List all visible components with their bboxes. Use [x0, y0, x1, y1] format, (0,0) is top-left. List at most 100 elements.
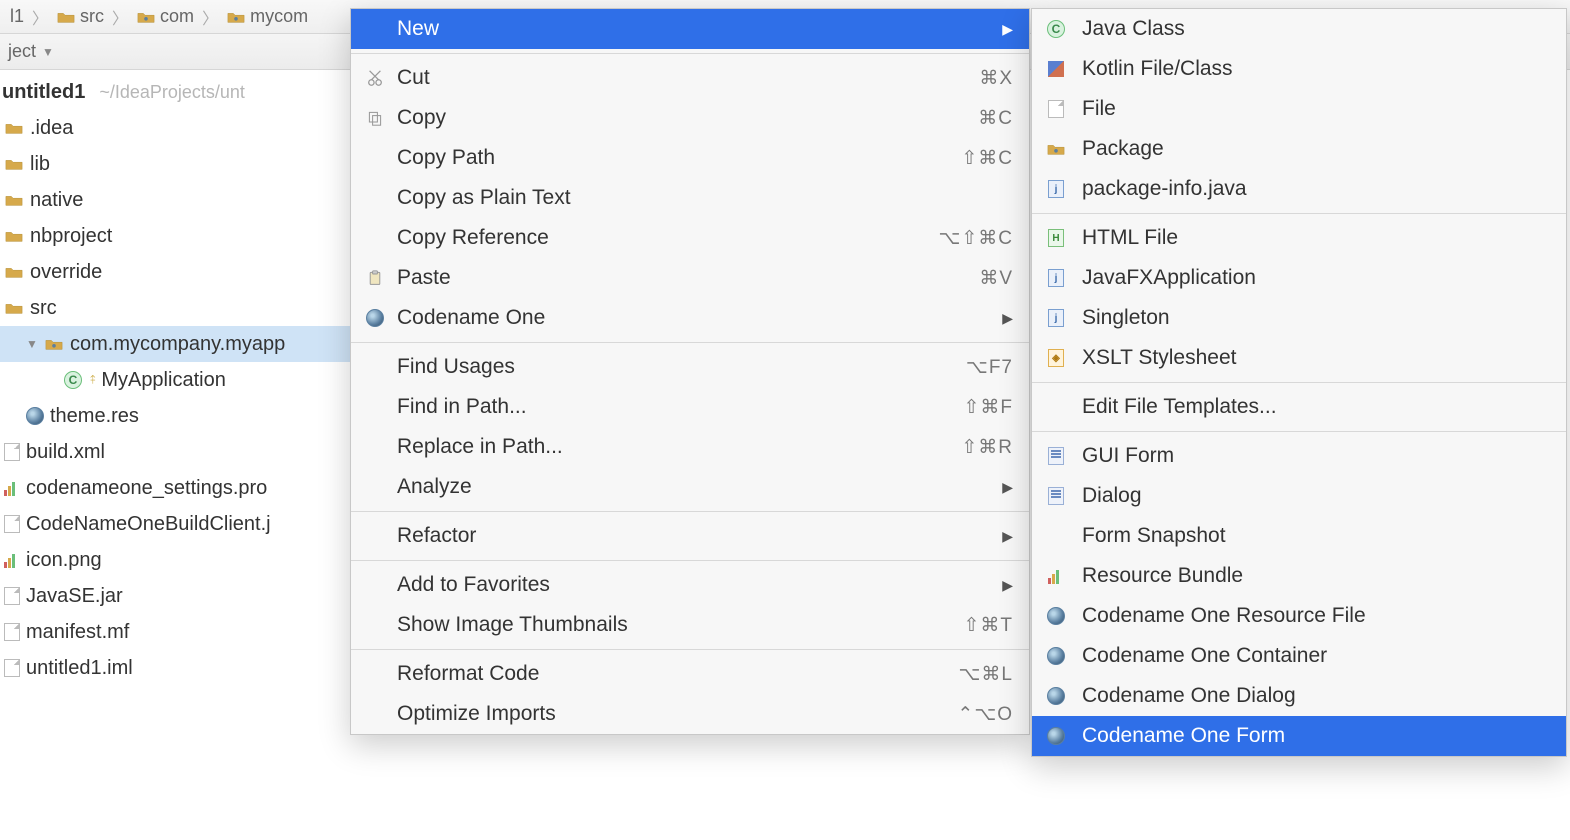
- tree-item-settings[interactable]: codenameone_settings.pro: [0, 470, 350, 506]
- crumb-label: mycom: [250, 6, 308, 27]
- tree-item-src[interactable]: src: [0, 290, 350, 326]
- menu-item-copy-reference[interactable]: Copy Reference ⌥⇧⌘C: [351, 218, 1029, 258]
- menu-separator: [351, 53, 1029, 54]
- project-root[interactable]: untitled1 ~/IdeaProjects/unt: [0, 74, 350, 110]
- tree-item-client[interactable]: CodeNameOneBuildClient.j: [0, 506, 350, 542]
- menu-label: Copy Reference: [397, 226, 898, 250]
- submenu-item-dialog[interactable]: Dialog: [1032, 476, 1566, 516]
- menu-item-reformat[interactable]: Reformat Code ⌥⌘L: [351, 654, 1029, 694]
- tree-item-lib[interactable]: lib: [0, 146, 350, 182]
- menu-label: Copy: [397, 106, 938, 130]
- submenu-arrow-icon: ▶: [1002, 528, 1013, 545]
- submenu-arrow-icon: ▶: [1002, 479, 1013, 496]
- menu-item-add-favorites[interactable]: Add to Favorites ▶: [351, 565, 1029, 605]
- submenu-item-package[interactable]: Package: [1032, 129, 1566, 169]
- menu-item-optimize-imports[interactable]: Optimize Imports ⌃⌥O: [351, 694, 1029, 734]
- menu-item-codenameone[interactable]: Codename One ▶: [351, 298, 1029, 338]
- tree-label: icon.png: [26, 549, 102, 572]
- menu-item-analyze[interactable]: Analyze ▶: [351, 467, 1029, 507]
- tree-item-javase[interactable]: JavaSE.jar: [0, 578, 350, 614]
- tree-label: native: [30, 189, 83, 212]
- form-icon: [1044, 487, 1068, 505]
- folder-icon: [4, 226, 24, 246]
- menu-label: Codename One Dialog: [1082, 684, 1550, 708]
- paste-icon: [363, 269, 387, 287]
- submenu-item-javafx[interactable]: j JavaFXApplication: [1032, 258, 1566, 298]
- xslt-file-icon: ◈: [1044, 349, 1068, 367]
- crumb-com[interactable]: com: [130, 6, 200, 27]
- menu-item-paste[interactable]: Paste ⌘V: [351, 258, 1029, 298]
- tree-item-package[interactable]: ▼ com.mycompany.myapp: [0, 326, 350, 362]
- package-icon: [44, 334, 64, 354]
- tree-item-manifest[interactable]: manifest.mf: [0, 614, 350, 650]
- tree-item-iml[interactable]: untitled1.iml: [0, 650, 350, 686]
- chevron-right-icon: 〉: [112, 5, 128, 29]
- tree-item-icon[interactable]: icon.png: [0, 542, 350, 578]
- menu-label: Find Usages: [397, 355, 926, 379]
- submenu-item-edit-templates[interactable]: Edit File Templates...: [1032, 387, 1566, 427]
- menu-label: Show Image Thumbnails: [397, 613, 923, 637]
- view-selector[interactable]: ject: [8, 41, 36, 62]
- crumb-label: com: [160, 6, 194, 27]
- submenu-item-gui-form[interactable]: GUI Form: [1032, 436, 1566, 476]
- expand-arrow-icon[interactable]: ▼: [26, 337, 38, 351]
- menu-label: Form Snapshot: [1082, 524, 1550, 548]
- menu-shortcut: ⌥⌘L: [959, 663, 1013, 686]
- dropdown-icon[interactable]: ▼: [42, 45, 54, 59]
- menu-item-new[interactable]: New ▶: [351, 9, 1029, 49]
- tree-item-build[interactable]: build.xml: [0, 434, 350, 470]
- submenu-item-package-info[interactable]: j package-info.java: [1032, 169, 1566, 209]
- tree-item-theme[interactable]: theme.res: [0, 398, 350, 434]
- kotlin-icon: [1044, 61, 1068, 77]
- submenu-item-xslt[interactable]: ◈ XSLT Stylesheet: [1032, 338, 1566, 378]
- menu-label: New: [397, 17, 972, 41]
- crumb-root[interactable]: l1: [4, 6, 30, 27]
- tree-label: nbproject: [30, 225, 112, 248]
- menu-separator: [351, 342, 1029, 343]
- menu-label: Java Class: [1082, 17, 1550, 41]
- submenu-item-cn1-form[interactable]: Codename One Form: [1032, 716, 1566, 756]
- tree-label: untitled1.iml: [26, 657, 133, 680]
- submenu-item-file[interactable]: File: [1032, 89, 1566, 129]
- menu-label: Analyze: [397, 475, 972, 499]
- menu-label: GUI Form: [1082, 444, 1550, 468]
- tree-item-native[interactable]: native: [0, 182, 350, 218]
- menu-item-copy-path[interactable]: Copy Path ⇧⌘C: [351, 138, 1029, 178]
- menu-item-find-in-path[interactable]: Find in Path... ⇧⌘F: [351, 387, 1029, 427]
- menu-label: Add to Favorites: [397, 573, 972, 597]
- package-icon: [136, 7, 156, 27]
- crumb-mycom[interactable]: mycom: [220, 6, 314, 27]
- submenu-item-snapshot[interactable]: Form Snapshot: [1032, 516, 1566, 556]
- submenu-item-kotlin[interactable]: Kotlin File/Class: [1032, 49, 1566, 89]
- tree-item-myapplication[interactable]: C ⤉ MyApplication: [0, 362, 350, 398]
- menu-item-refactor[interactable]: Refactor ▶: [351, 516, 1029, 556]
- tree-item-override[interactable]: override: [0, 254, 350, 290]
- codenameone-icon: [1044, 687, 1068, 705]
- menu-item-cut[interactable]: Cut ⌘X: [351, 58, 1029, 98]
- tree-label: override: [30, 261, 102, 284]
- folder-icon: [4, 298, 24, 318]
- submenu-item-resource-bundle[interactable]: Resource Bundle: [1032, 556, 1566, 596]
- submenu-item-cn1-dialog[interactable]: Codename One Dialog: [1032, 676, 1566, 716]
- menu-shortcut: ⇧⌘F: [963, 396, 1013, 419]
- menu-item-find-usages[interactable]: Find Usages ⌥F7: [351, 347, 1029, 387]
- project-name: untitled1: [2, 81, 85, 104]
- submenu-item-cn1-resource[interactable]: Codename One Resource File: [1032, 596, 1566, 636]
- menu-separator: [351, 649, 1029, 650]
- menu-item-show-thumbnails[interactable]: Show Image Thumbnails ⇧⌘T: [351, 605, 1029, 645]
- menu-label: XSLT Stylesheet: [1082, 346, 1550, 370]
- menu-item-copy[interactable]: Copy ⌘C: [351, 98, 1029, 138]
- tree-item-nbproject[interactable]: nbproject: [0, 218, 350, 254]
- submenu-arrow-icon: ▶: [1002, 310, 1013, 327]
- submenu-item-html[interactable]: H HTML File: [1032, 218, 1566, 258]
- tree-item-idea[interactable]: .idea: [0, 110, 350, 146]
- submenu-item-cn1-container[interactable]: Codename One Container: [1032, 636, 1566, 676]
- menu-item-replace-in-path[interactable]: Replace in Path... ⇧⌘R: [351, 427, 1029, 467]
- chevron-right-icon: 〉: [202, 5, 218, 29]
- submenu-item-singleton[interactable]: j Singleton: [1032, 298, 1566, 338]
- submenu-item-java-class[interactable]: C Java Class: [1032, 9, 1566, 49]
- menu-item-copy-plain[interactable]: Copy as Plain Text: [351, 178, 1029, 218]
- menu-label: Refactor: [397, 524, 972, 548]
- crumb-src[interactable]: src: [50, 6, 110, 27]
- menu-label: JavaFXApplication: [1082, 266, 1550, 290]
